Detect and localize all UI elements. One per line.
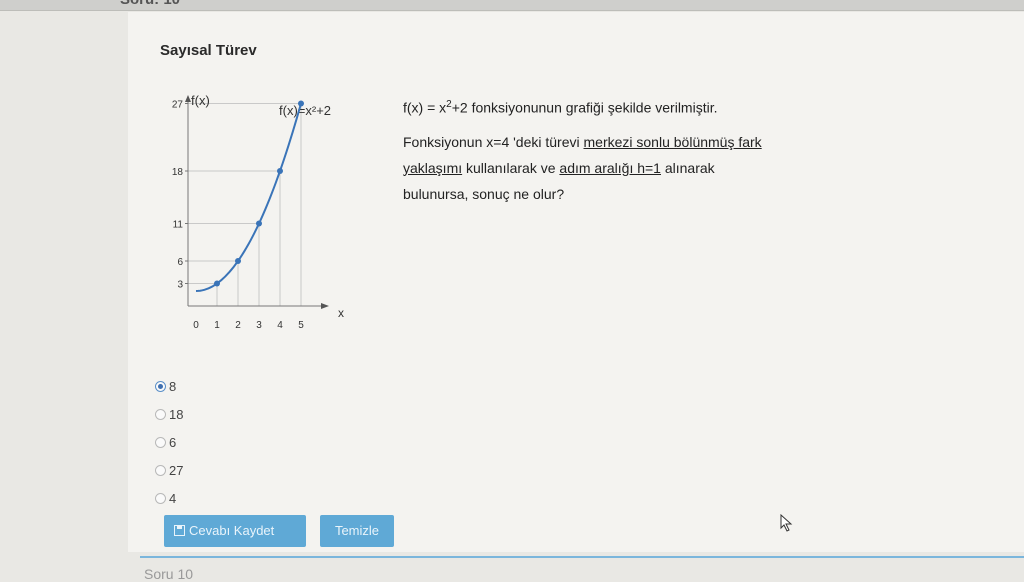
- x-tick-label: 0: [193, 320, 199, 331]
- divider: [140, 556, 1024, 558]
- y-tick-label: 6: [177, 257, 183, 268]
- mouse-cursor-icon: [780, 514, 793, 532]
- clear-button[interactable]: Temizle: [320, 515, 394, 547]
- question-line-3: bulunursa, sonuç ne olur?: [403, 185, 565, 202]
- data-point: [214, 280, 220, 287]
- answer-options: 8 18 6 27 4: [155, 372, 183, 512]
- x-tick-label: 3: [256, 320, 262, 331]
- y-axis-label: f(x): [191, 93, 210, 108]
- next-question-title: Soru 10: [144, 566, 194, 582]
- x-tick-labels: 0 1 2 3 4 5: [193, 320, 304, 331]
- option-2[interactable]: 6: [155, 428, 183, 456]
- option-4[interactable]: 4: [155, 484, 183, 512]
- question-line-0: f(x) = x2+2 fonksiyonunun grafiği şekild…: [403, 92, 833, 121]
- option-label: 8: [169, 378, 177, 394]
- option-3[interactable]: 27: [155, 456, 183, 484]
- option-label: 18: [169, 406, 184, 422]
- question-line2-b: kullanılarak ve: [462, 159, 560, 176]
- question-line-2: yaklaşımı kullanılarak ve adım aralığı h…: [403, 155, 833, 181]
- x-tick-label: 2: [235, 320, 241, 331]
- radio-button[interactable]: [155, 408, 166, 420]
- radio-button[interactable]: [155, 492, 166, 504]
- question-line2-a: yaklaşımı: [403, 159, 463, 176]
- data-point: [277, 168, 283, 174]
- x-tick-label: 1: [214, 320, 220, 331]
- question-line-1: Fonksiyonun x=4 'deki türevi merkezi son…: [403, 129, 833, 155]
- function-graph: f(x) x f(x)=x²+2 27 18 11 6 3 0 1 2 3 4 5: [172, 93, 344, 331]
- data-point: [235, 258, 241, 264]
- y-tick-label: 18: [172, 167, 184, 178]
- x-tick-label: 5: [298, 320, 304, 331]
- clear-label: Temizle: [334, 523, 380, 538]
- y-tick-labels: 27 18 11 6 3: [172, 100, 188, 291]
- graph-grid: [188, 103, 302, 306]
- question-fx: f(x) = x: [403, 99, 447, 116]
- save-icon: [174, 525, 185, 536]
- question-line2-d: alınarak: [660, 159, 715, 176]
- radio-button[interactable]: [155, 380, 166, 392]
- y-tick-label: 11: [173, 220, 184, 231]
- question-line1-a: Fonksiyonun x=4 'deki türevi: [403, 133, 584, 150]
- x-axis-arrow: [321, 303, 329, 309]
- option-label: 27: [169, 462, 184, 478]
- option-0[interactable]: 8: [155, 372, 183, 400]
- question-line1-b: merkezi sonlu bölünmüş fark: [583, 133, 762, 150]
- save-answer-button[interactable]: Cevabı Kaydet: [164, 515, 306, 547]
- previous-question-title: Soru: 10: [120, 0, 180, 8]
- x-tick-label: 4: [277, 320, 283, 331]
- data-point: [298, 100, 304, 107]
- radio-button[interactable]: [155, 436, 166, 448]
- option-label: 4: [169, 490, 177, 506]
- function-label: f(x)=x²+2: [279, 103, 331, 118]
- x-axis-label: x: [338, 306, 344, 320]
- question-title: Sayısal Türev: [160, 42, 257, 59]
- question-line2-c: adım aralığı h=1: [559, 159, 661, 176]
- y-tick-label: 27: [172, 100, 184, 111]
- question-fx-rest: +2 fonksiyonunun grafiği şekilde verilmi…: [451, 99, 718, 116]
- function-curve: [195, 103, 302, 292]
- question-text: f(x) = x2+2 fonksiyonunun grafiği şekild…: [403, 92, 833, 207]
- option-1[interactable]: 18: [155, 400, 183, 428]
- data-point: [256, 220, 262, 227]
- option-label: 6: [169, 434, 177, 450]
- save-answer-label: Cevabı Kaydet: [189, 523, 275, 538]
- y-tick-label: 3: [177, 280, 183, 291]
- radio-button[interactable]: [155, 464, 166, 476]
